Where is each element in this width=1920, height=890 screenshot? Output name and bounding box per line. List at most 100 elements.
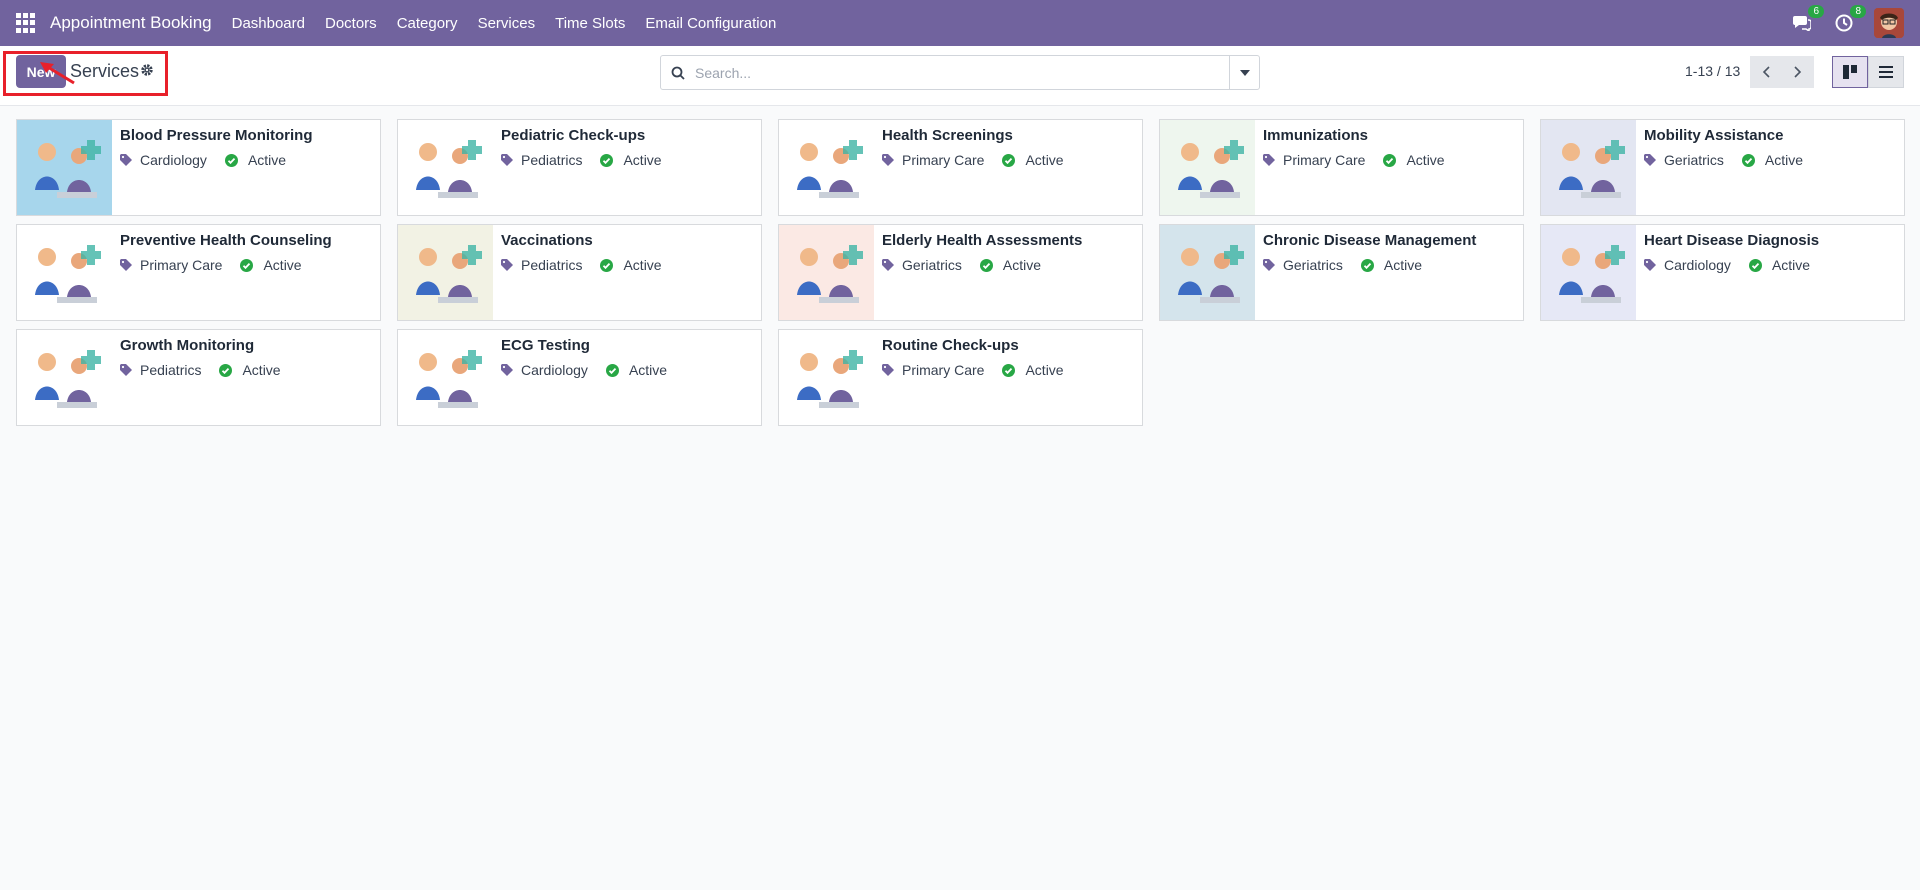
service-category: Geriatrics [1283, 257, 1343, 273]
service-status: Active [242, 362, 281, 378]
service-card[interactable]: Routine Check-ups Primary Care Active [778, 329, 1143, 426]
service-category: Cardiology [1664, 257, 1731, 273]
check-circle-icon [979, 258, 993, 272]
service-category: Geriatrics [902, 257, 962, 273]
service-image [779, 120, 874, 215]
service-image [398, 120, 493, 215]
service-category: Cardiology [521, 362, 588, 378]
check-circle-icon [224, 153, 238, 167]
gear-icon[interactable] [140, 63, 154, 80]
messages-button[interactable]: 6 [1790, 5, 1824, 35]
tag-icon [501, 154, 513, 166]
check-circle-icon [1360, 258, 1374, 272]
service-image [17, 120, 112, 215]
search-icon [661, 56, 695, 89]
tag-icon [882, 259, 894, 271]
service-card[interactable]: Pediatric Check-ups Pediatrics Active [397, 119, 762, 216]
tag-icon [501, 364, 513, 376]
service-image [1541, 225, 1636, 320]
service-category: Primary Care [1283, 152, 1366, 168]
service-image [1160, 120, 1255, 215]
chevron-left-icon [1762, 66, 1770, 78]
search-input[interactable] [695, 56, 1229, 89]
activities-button[interactable]: 8 [1832, 5, 1866, 35]
caret-down-icon [1239, 69, 1250, 76]
pager-next-button[interactable] [1782, 56, 1814, 88]
top-navbar: Appointment Booking Dashboard Doctors Ca… [0, 0, 1920, 46]
apps-menu-icon[interactable] [16, 13, 36, 33]
service-status: Active [1406, 152, 1445, 168]
service-card[interactable]: Immunizations Primary Care Active [1159, 119, 1524, 216]
service-card[interactable]: Growth Monitoring Pediatrics Active [16, 329, 381, 426]
list-icon [1879, 66, 1893, 78]
check-circle-icon [600, 153, 614, 167]
service-status: Active [247, 152, 287, 168]
pager-previous-button[interactable] [1750, 56, 1782, 88]
service-status: Active [1025, 152, 1064, 168]
menu-item-services[interactable]: Services [478, 15, 536, 32]
service-name: Pediatric Check-ups [501, 127, 646, 144]
service-category: Geriatrics [1664, 152, 1724, 168]
service-status: Active [628, 362, 668, 378]
tag-icon [882, 154, 894, 166]
service-status: Active [623, 152, 662, 168]
list-view-button[interactable] [1868, 56, 1904, 88]
check-circle-icon [1741, 153, 1755, 167]
service-category: Pediatrics [140, 362, 202, 378]
menu-item-email-configuration[interactable]: Email Configuration [645, 15, 776, 32]
service-image [398, 225, 493, 320]
chat-icon [1793, 16, 1811, 31]
messages-count-badge: 6 [1808, 5, 1824, 18]
service-category: Cardiology [140, 152, 207, 168]
service-category: Primary Care [140, 257, 223, 273]
service-status: Active [1025, 362, 1064, 378]
check-circle-icon [219, 363, 233, 377]
service-status: Active [1002, 257, 1042, 273]
control-panel: New Services 1-13 / 13 [0, 46, 1920, 106]
service-status: Active [1383, 257, 1423, 273]
tag-icon [120, 364, 132, 376]
service-card[interactable]: Vaccinations Pediatrics Active [397, 224, 762, 321]
service-card[interactable]: Health Screenings Primary Care Active [778, 119, 1143, 216]
check-circle-icon [1383, 153, 1397, 167]
search-options-toggle[interactable] [1229, 56, 1259, 89]
service-name: ECG Testing [501, 337, 590, 354]
menu-item-dashboard[interactable]: Dashboard [232, 15, 305, 32]
service-name: Routine Check-ups [882, 337, 1019, 354]
menu-item-category[interactable]: Category [397, 15, 458, 32]
menu-item-time-slots[interactable]: Time Slots [555, 15, 625, 32]
service-card[interactable]: Heart Disease Diagnosis Cardiology Activ… [1540, 224, 1905, 321]
chevron-right-icon [1794, 66, 1802, 78]
service-image [17, 330, 112, 425]
service-image [398, 330, 493, 425]
user-avatar[interactable] [1874, 8, 1904, 38]
service-name: Blood Pressure Monitoring [120, 127, 313, 144]
service-name: Mobility Assistance [1644, 127, 1784, 144]
service-image [1541, 120, 1636, 215]
service-name: Heart Disease Diagnosis [1644, 232, 1820, 249]
service-card[interactable]: Chronic Disease Management Geriatrics Ac… [1159, 224, 1524, 321]
service-card[interactable]: ECG Testing Cardiology Active [397, 329, 762, 426]
service-name: Growth Monitoring [120, 337, 255, 354]
tag-icon [1263, 259, 1275, 271]
service-card[interactable]: Blood Pressure Monitoring Cardiology Act… [16, 119, 381, 216]
kanban-view-button[interactable] [1832, 56, 1868, 88]
service-category: Primary Care [902, 152, 985, 168]
pager-value[interactable]: 1-13 / 13 [1685, 63, 1740, 79]
service-card[interactable]: Mobility Assistance Geriatrics Active [1540, 119, 1905, 216]
service-status: Active [1764, 152, 1804, 168]
check-circle-icon [1748, 258, 1762, 272]
check-circle-icon [240, 258, 254, 272]
tag-icon [1644, 259, 1656, 271]
service-card[interactable]: Elderly Health Assessments Geriatrics Ac… [778, 224, 1143, 321]
service-status: Active [263, 257, 302, 273]
menu-item-doctors[interactable]: Doctors [325, 15, 377, 32]
service-image [779, 330, 874, 425]
tag-icon [501, 259, 513, 271]
service-image [1160, 225, 1255, 320]
service-category: Pediatrics [521, 257, 583, 273]
tag-icon [120, 259, 132, 271]
service-category: Pediatrics [521, 152, 583, 168]
service-card[interactable]: Preventive Health Counseling Primary Car… [16, 224, 381, 321]
app-brand[interactable]: Appointment Booking [50, 13, 212, 33]
